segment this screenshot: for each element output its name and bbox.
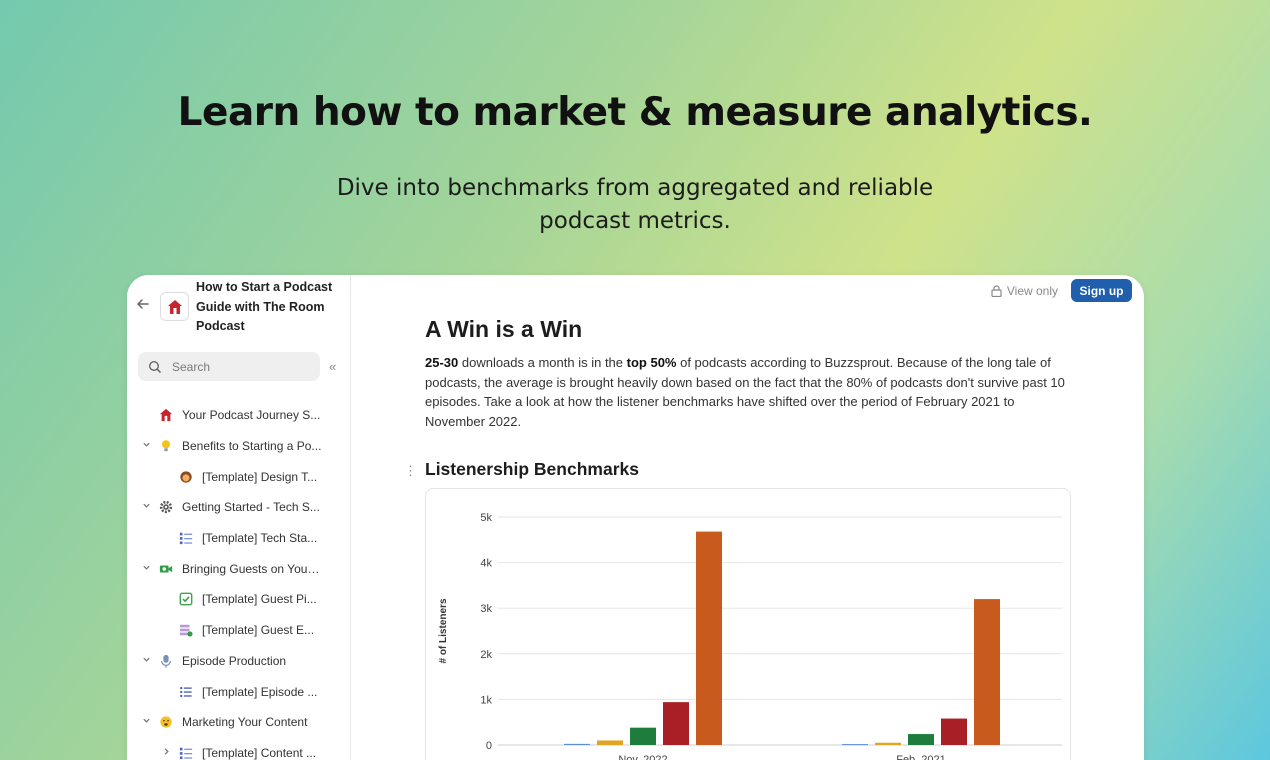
sidebar-item-label: Getting Started - Tech S... <box>182 500 320 515</box>
sidebar-item[interactable]: Marketing Your Content <box>127 707 351 738</box>
checklist-icon <box>178 530 194 546</box>
sidebar-item[interactable]: Benefits to Starting a Po... <box>127 431 351 462</box>
para-text: downloads a month is in the <box>458 355 627 370</box>
sidebar-item[interactable]: [Template] Content ... <box>127 738 351 760</box>
house-icon <box>158 407 174 423</box>
sidebar-item[interactable]: Your Podcast Journey S... <box>127 400 351 431</box>
section-title: Listenership Benchmarks <box>425 459 639 479</box>
list-icon <box>178 684 194 700</box>
sidebar-item-label: [Template] Design T... <box>202 469 318 484</box>
sidebar-item-label: [Template] Tech Sta... <box>202 531 318 546</box>
page-tree: Your Podcast Journey S... Benefits to Sta… <box>127 400 351 760</box>
sidebar-item-label: Bringing Guests on Your ... <box>182 561 322 576</box>
y-tick-label: 2k <box>480 649 492 661</box>
sidebar-item-label: [Template] Content ... <box>202 745 317 760</box>
chevron-down-icon[interactable] <box>140 716 152 728</box>
bar <box>564 743 590 745</box>
bar <box>875 742 901 745</box>
person-icon <box>178 469 194 485</box>
stat-bold: top 50% <box>626 355 677 370</box>
sidebar-item[interactable]: [Template] Guest E... <box>127 615 351 646</box>
lock-icon <box>991 285 1002 297</box>
sidebar-item-label: [Template] Episode ... <box>202 684 318 699</box>
sidebar-item-label: Your Podcast Journey S... <box>182 408 321 423</box>
sidebar-item[interactable]: Bringing Guests on Your ... <box>127 553 351 584</box>
main-content: View only Sign up A Win is a Win 25-30 d… <box>351 275 1144 760</box>
x-tick-label: Nov. 2022 <box>618 754 667 760</box>
chart-card: 0 1k 2k 3k 4k 5k # of Listeners Nov. 2022 Feb. 2… <box>425 488 1071 760</box>
bar <box>663 702 689 745</box>
house-icon <box>167 299 182 314</box>
workspace-title[interactable]: How to Start a Podcast Guide with The Ro… <box>196 278 346 337</box>
app-window: How to Start a Podcast Guide with The Ro… <box>127 275 1144 760</box>
gear-icon <box>158 499 174 515</box>
search-input[interactable]: Search <box>138 352 320 381</box>
y-tick-label: 5k <box>480 512 492 524</box>
search-icon <box>148 360 162 373</box>
sidebar-item[interactable]: Getting Started - Tech S... <box>127 492 351 523</box>
bar <box>941 718 967 745</box>
chevron-right-icon[interactable] <box>160 747 172 759</box>
database-check-icon <box>178 622 194 638</box>
lightbulb-icon <box>158 438 174 454</box>
bar <box>696 531 722 745</box>
sidebar: How to Start a Podcast Guide with The Ro… <box>127 275 351 760</box>
drag-handle-icon[interactable]: ⋮ <box>404 463 417 479</box>
bar <box>974 599 1000 745</box>
sidebar-item[interactable]: [Template] Tech Sta... <box>127 523 351 554</box>
hero-title: Learn how to market & measure analytics. <box>177 90 1093 135</box>
megaphone-face-icon <box>158 714 174 730</box>
sidebar-item-label: [Template] Guest Pi... <box>202 592 317 607</box>
y-tick-label: 1k <box>480 694 492 706</box>
sidebar-item[interactable]: [Template] Design T... <box>127 461 351 492</box>
intro-paragraph: 25-30 downloads a month is in the top 50… <box>425 353 1075 431</box>
hero-subtitle: Dive into benchmarks from aggregated and… <box>336 175 934 234</box>
y-tick-label: 4k <box>480 558 492 570</box>
x-tick-label: Feb. 2021 <box>896 754 946 760</box>
sidebar-item-label: Benefits to Starting a Po... <box>182 439 322 454</box>
view-only-label: View only <box>1006 284 1058 298</box>
video-camera-icon <box>158 561 174 577</box>
y-axis-label: # of Listeners <box>438 598 449 663</box>
chevron-down-icon[interactable] <box>140 563 152 575</box>
checklist-icon <box>178 745 194 760</box>
checkbox-icon <box>178 591 194 607</box>
chevron-down-icon[interactable] <box>140 655 152 667</box>
sidebar-item[interactable]: [Template] Episode ... <box>127 676 351 707</box>
sidebar-item-label: [Template] Guest E... <box>202 623 315 638</box>
microphone-icon <box>158 653 174 669</box>
bar-chart: 0 1k 2k 3k 4k 5k # of Listeners Nov. 2022 Feb. 2… <box>438 512 1062 760</box>
collapse-sidebar-icon[interactable]: « <box>329 359 336 374</box>
sidebar-item-label: Episode Production <box>182 653 287 668</box>
y-tick-label: 3k <box>480 603 492 615</box>
page-title: A Win is a Win <box>425 316 583 342</box>
search-placeholder: Search <box>172 359 211 374</box>
sidebar-item-label: Marketing Your Content <box>182 715 308 730</box>
y-tick-label: 0 <box>486 740 492 752</box>
stat-bold: 25-30 <box>425 355 459 370</box>
chevron-down-icon[interactable] <box>140 440 152 452</box>
workspace-logo <box>160 292 189 321</box>
chevron-down-icon[interactable] <box>140 501 152 513</box>
sidebar-item[interactable]: [Template] Guest Pi... <box>127 584 351 615</box>
bar <box>630 727 656 745</box>
back-arrow-icon[interactable] <box>136 297 152 313</box>
bar <box>908 734 934 745</box>
signup-button[interactable]: Sign up <box>1071 279 1132 302</box>
bar <box>842 744 868 746</box>
sidebar-item[interactable]: Episode Production <box>127 646 351 677</box>
view-only-indicator: View only <box>991 284 1058 298</box>
bar <box>597 740 623 745</box>
